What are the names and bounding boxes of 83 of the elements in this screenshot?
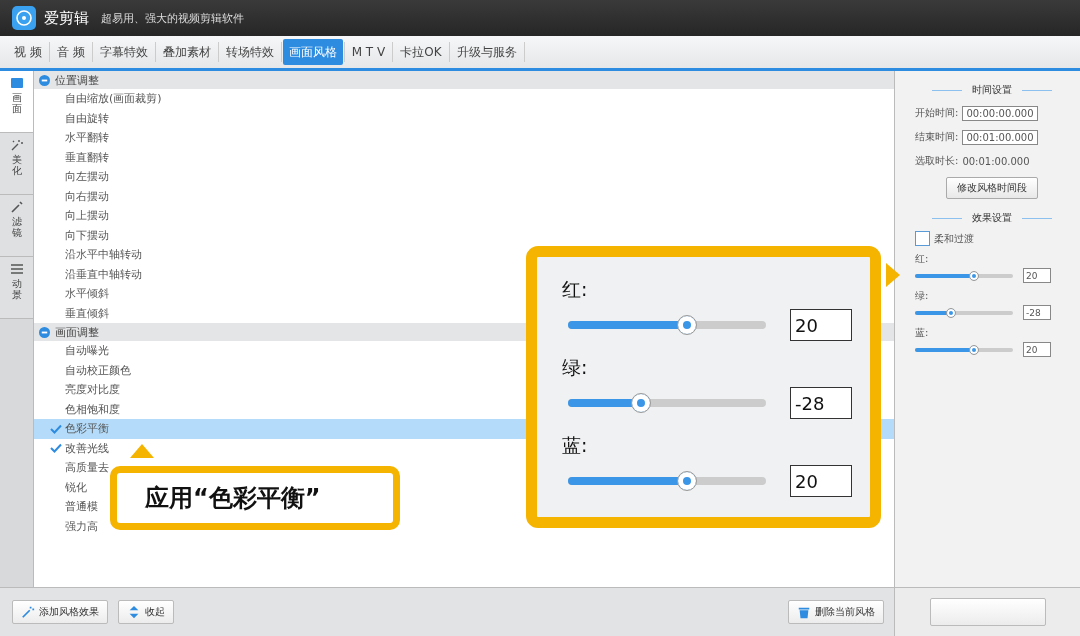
effect-item[interactable]: 垂直翻转 xyxy=(65,149,109,165)
checkbox-label: 柔和过渡 xyxy=(934,231,974,246)
collapse-button[interactable]: 收起 xyxy=(118,600,174,624)
effect-item[interactable]: 向下摆动 xyxy=(65,227,109,243)
slider[interactable] xyxy=(915,310,1013,315)
wand-icon xyxy=(9,139,24,151)
slider-label: 绿: xyxy=(915,289,930,303)
field-label: 结束时间: xyxy=(915,130,959,144)
pointer-triangle xyxy=(130,444,154,458)
slider-label: 蓝: xyxy=(915,326,930,340)
slider-label: 绿: xyxy=(562,356,588,378)
slider[interactable] xyxy=(915,347,1013,352)
slider[interactable] xyxy=(915,273,1013,278)
field-label: 选取时长: xyxy=(915,154,959,168)
check-icon xyxy=(50,443,62,454)
effect-item[interactable]: 向右摆动 xyxy=(65,188,109,204)
field-label: 开始时间: xyxy=(915,106,959,120)
checkbox[interactable] xyxy=(915,231,930,246)
effect-item[interactable]: 强力高 xyxy=(65,518,98,534)
side-tab[interactable]: 滤镜 xyxy=(0,195,33,257)
effect-item[interactable]: 水平翻转 xyxy=(65,130,109,146)
tab[interactable]: 视 频 xyxy=(8,39,48,65)
add-style-button[interactable]: 添加风格效果 xyxy=(12,600,108,624)
effect-item[interactable]: 亮度对比度 xyxy=(65,382,120,398)
value-field[interactable]: 20 xyxy=(790,309,852,341)
pointer-triangle xyxy=(886,263,900,287)
effect-item[interactable]: 自由缩放(画面裁剪) xyxy=(65,91,162,107)
effect-item[interactable]: 锐化 xyxy=(65,479,87,495)
tab[interactable]: 转场特效 xyxy=(219,39,280,65)
effect-item[interactable]: 色彩平衡 xyxy=(65,421,109,437)
slider-label: 红: xyxy=(562,278,588,300)
app-logo-icon xyxy=(12,6,36,30)
collapse-arrows-icon xyxy=(127,605,141,619)
time-field[interactable]: 00:01:00.000 xyxy=(962,129,1038,145)
effect-item[interactable]: 自由旋转 xyxy=(65,110,109,126)
group-header[interactable]: 位置调整 xyxy=(34,71,894,89)
section-heading: 时间设置 xyxy=(971,83,1012,97)
section-heading: 效果设置 xyxy=(971,211,1012,225)
delete-style-button[interactable]: 删除当前风格 xyxy=(788,600,884,624)
tab[interactable]: 叠加素材 xyxy=(156,39,217,65)
effect-item[interactable]: 垂直倾斜 xyxy=(65,305,109,321)
effect-item[interactable]: 沿垂直中轴转动 xyxy=(65,266,142,282)
tab[interactable]: 字幕特效 xyxy=(93,39,154,65)
effect-item[interactable]: 自动曝光 xyxy=(65,343,109,359)
brush-icon xyxy=(9,201,24,213)
effect-item[interactable]: 向左摆动 xyxy=(65,169,109,185)
value-field[interactable]: 20 xyxy=(1023,268,1051,283)
panel-button[interactable] xyxy=(929,598,1046,626)
value-field[interactable]: -28 xyxy=(790,387,852,419)
slider-label: 蓝: xyxy=(562,434,588,456)
time-field[interactable]: 00:00:00.000 xyxy=(962,105,1038,121)
value-field[interactable]: -28 xyxy=(1023,305,1051,320)
duration-value: 00:01:00.000 xyxy=(962,155,1030,167)
check-icon xyxy=(50,423,62,434)
lines-icon xyxy=(9,263,24,275)
screen-icon xyxy=(9,77,24,89)
tab[interactable]: 画面风格 xyxy=(282,39,343,65)
tab[interactable]: 音 频 xyxy=(50,39,91,65)
tab[interactable]: 升级与服务 xyxy=(450,39,523,65)
collapse-icon xyxy=(39,326,50,338)
side-tab[interactable]: 画面 xyxy=(0,71,33,133)
wand-icon xyxy=(21,605,35,619)
collapse-icon xyxy=(39,74,50,86)
app-name: 爱剪辑 xyxy=(44,8,89,28)
effect-item[interactable]: 高质量去 xyxy=(65,460,109,476)
callout-text: 应用“色彩平衡” xyxy=(145,483,321,514)
effect-item[interactable]: 普通模 xyxy=(65,499,98,515)
modify-time-button[interactable]: 修改风格时间段 xyxy=(945,177,1038,199)
tab[interactable]: M T V xyxy=(345,39,392,65)
side-tab[interactable]: 动景 xyxy=(0,257,33,319)
value-field[interactable]: 20 xyxy=(1023,342,1051,357)
trash-icon xyxy=(797,605,811,619)
effect-item[interactable]: 沿水平中轴转动 xyxy=(65,247,142,263)
value-field[interactable]: 20 xyxy=(790,465,852,497)
app-subtitle: 超易用、强大的视频剪辑软件 xyxy=(101,10,244,26)
effect-item[interactable]: 自动校正颜色 xyxy=(65,362,131,378)
tab[interactable]: 卡拉OK xyxy=(394,39,448,65)
effect-item[interactable]: 色相饱和度 xyxy=(65,401,120,417)
effect-item[interactable]: 向上摆动 xyxy=(65,208,109,224)
effect-item[interactable]: 水平倾斜 xyxy=(65,286,109,302)
slider-label: 红: xyxy=(915,252,930,266)
effect-item[interactable]: 改善光线 xyxy=(65,440,109,456)
side-tab[interactable]: 美化 xyxy=(0,133,33,195)
